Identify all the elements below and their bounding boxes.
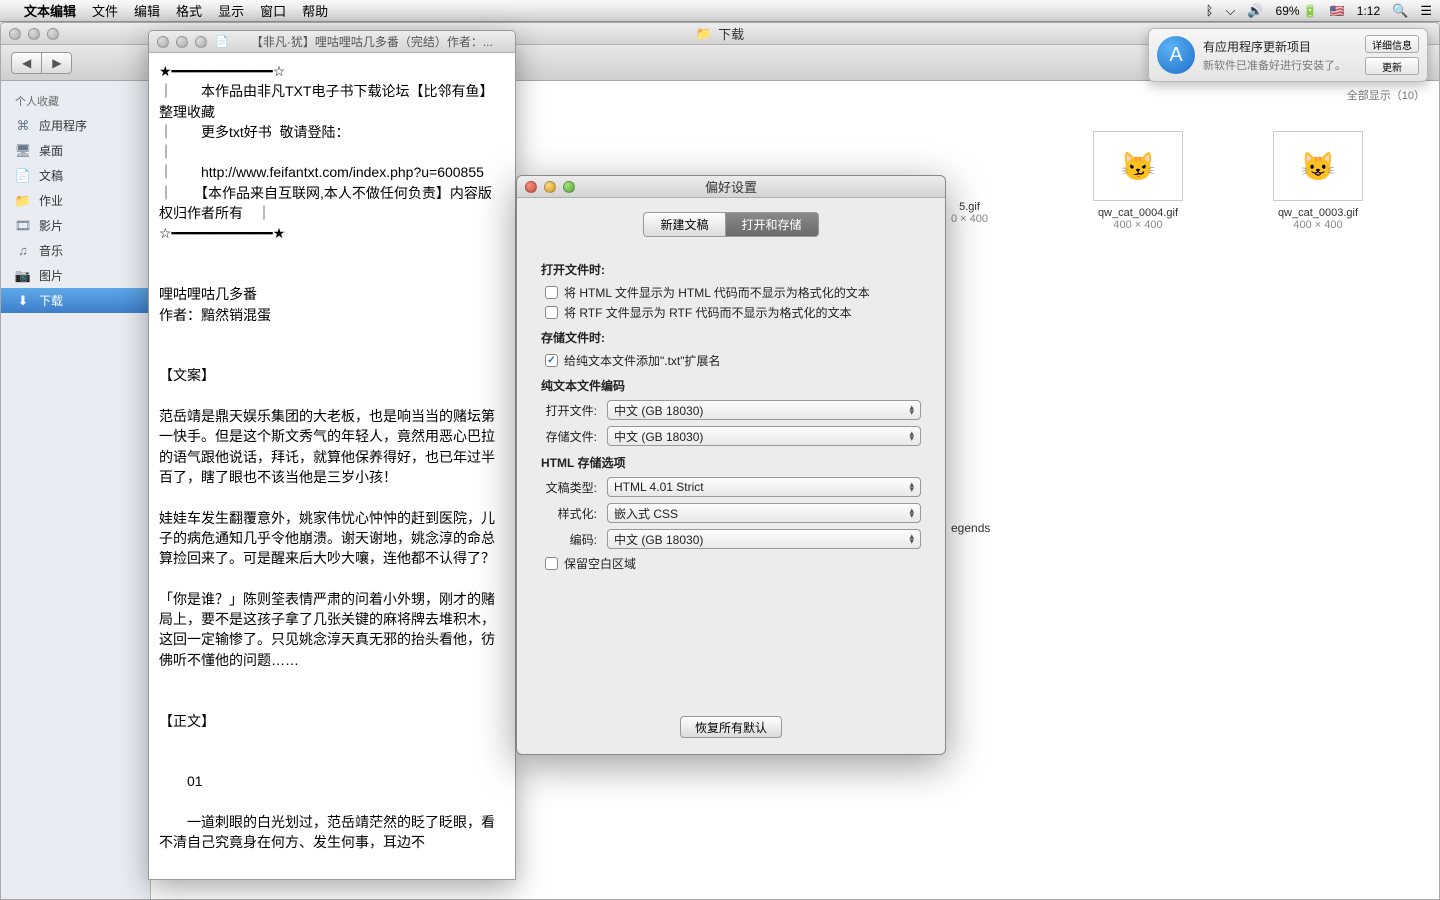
music-icon: ♫ <box>15 243 31 259</box>
input-flag-icon[interactable]: 🇺🇸 <box>1330 4 1345 18</box>
thumbnail-icon: 😺 <box>1273 131 1363 201</box>
minimize-button[interactable] <box>28 28 40 40</box>
label-html-encoding: 编码: <box>541 531 597 548</box>
sidebar-item-documents[interactable]: 📄文稿 <box>1 163 150 188</box>
section-html: HTML 存储选项 <box>541 454 921 471</box>
wifi-icon[interactable]: ⌵ <box>1225 3 1235 19</box>
zoom-button[interactable] <box>563 181 575 193</box>
sidebar-item-homework[interactable]: 📁作业 <box>1 188 150 213</box>
label-open-encoding: 打开文件: <box>541 402 597 419</box>
label-doctype: 文稿类型: <box>541 479 597 496</box>
back-button[interactable]: ◀ <box>11 52 42 74</box>
prefs-title: 偏好设置 <box>705 177 757 196</box>
checkbox-rtf-code[interactable] <box>545 306 558 319</box>
checkbox-txt-ext[interactable] <box>545 354 558 367</box>
sidebar-item-desktop[interactable]: 🖥桌面 <box>1 138 150 163</box>
menu-file[interactable]: 文件 <box>92 1 118 20</box>
select-save-encoding[interactable]: 中文 (GB 18030)▴▾ <box>607 426 921 446</box>
movies-icon: 🎞 <box>15 218 31 234</box>
textedit-title: 【非凡·犹】哩咕哩咕几多番（完结）作者：... <box>237 33 507 50</box>
spotlight-icon[interactable]: 🔍 <box>1392 3 1408 19</box>
label-styling: 样式化: <box>541 505 597 522</box>
menubar: 文本编辑 文件 编辑 格式 显示 窗口 帮助 ᛒ ⌵ 🔊 69% 🔋 🇺🇸 1:… <box>0 0 1440 22</box>
close-button[interactable] <box>157 36 169 48</box>
forward-button[interactable]: ▶ <box>42 52 72 74</box>
update-notification: A 有应用程序更新项目 新软件已准备好进行安装了。 详细信息 更新 <box>1148 28 1428 82</box>
minimize-button[interactable] <box>544 181 556 193</box>
volume-icon[interactable]: 🔊 <box>1247 3 1263 19</box>
folder-icon: 📁 <box>15 193 31 209</box>
select-html-encoding[interactable]: 中文 (GB 18030)▴▾ <box>607 529 921 549</box>
sidebar-header: 个人收藏 <box>1 89 150 113</box>
sidebar-item-music[interactable]: ♫音乐 <box>1 238 150 263</box>
textedit-window: 📄 【非凡·犹】哩咕哩咕几多番（完结）作者：... ★━━━━━━━━━━━━☆… <box>148 30 516 880</box>
applications-icon: ⌘ <box>15 118 31 134</box>
preferences-window: 偏好设置 新建文稿 打开和存储 打开文件时: 将 HTML 文件显示为 HTML… <box>516 175 946 755</box>
sidebar-item-pictures[interactable]: 📷图片 <box>1 263 150 288</box>
select-open-encoding[interactable]: 中文 (GB 18030)▴▾ <box>607 400 921 420</box>
checkbox-html-code[interactable] <box>545 286 558 299</box>
finder-title: 下载 <box>718 24 744 43</box>
menu-window[interactable]: 窗口 <box>260 1 286 20</box>
sidebar-item-applications[interactable]: ⌘应用程序 <box>1 113 150 138</box>
notification-center-icon[interactable]: ☰ <box>1420 3 1432 19</box>
label-save-encoding: 存储文件: <box>541 428 597 445</box>
section-open: 打开文件时: <box>541 261 921 278</box>
update-button[interactable]: 更新 <box>1365 57 1419 75</box>
pictures-icon: 📷 <box>15 268 31 284</box>
detail-button[interactable]: 详细信息 <box>1365 35 1419 53</box>
close-button[interactable] <box>525 181 537 193</box>
notif-subtitle: 新软件已准备好进行安装了。 <box>1203 57 1357 73</box>
checkbox-preserve-blank[interactable] <box>545 557 558 570</box>
documents-icon: 📄 <box>15 168 31 184</box>
close-button[interactable] <box>9 28 21 40</box>
section-save: 存储文件时: <box>541 329 921 346</box>
tab-open-save[interactable]: 打开和存储 <box>726 212 819 237</box>
partial-text: egends <box>951 521 990 535</box>
tab-new-document[interactable]: 新建文稿 <box>643 212 725 237</box>
restore-defaults-button[interactable]: 恢复所有默认 <box>680 716 782 738</box>
battery-status[interactable]: 69% 🔋 <box>1276 4 1318 18</box>
select-doctype[interactable]: HTML 4.01 Strict▴▾ <box>607 477 921 497</box>
document-icon: 📄 <box>215 35 229 48</box>
section-encoding: 纯文本文件编码 <box>541 377 921 394</box>
bluetooth-icon[interactable]: ᛒ <box>1206 3 1214 18</box>
file-item[interactable]: 😺 qw_cat_0003.gif 400 × 400 <box>1263 131 1373 231</box>
sidebar-item-movies[interactable]: 🎞影片 <box>1 213 150 238</box>
zoom-button[interactable] <box>195 36 207 48</box>
thumbnail-icon: 😼 <box>1093 131 1183 201</box>
menu-format[interactable]: 格式 <box>176 1 202 20</box>
folder-icon: 📁 <box>696 26 712 42</box>
minimize-button[interactable] <box>176 36 188 48</box>
textedit-titlebar[interactable]: 📄 【非凡·犹】哩咕哩咕几多番（完结）作者：... <box>149 31 515 53</box>
select-styling[interactable]: 嵌入式 CSS▴▾ <box>607 503 921 523</box>
menu-help[interactable]: 帮助 <box>302 1 328 20</box>
file-item[interactable]: 😼 qw_cat_0004.gif 400 × 400 <box>1083 131 1193 231</box>
app-menu[interactable]: 文本编辑 <box>24 1 76 20</box>
notif-title: 有应用程序更新项目 <box>1203 38 1357 55</box>
show-all-link[interactable]: 全部显示（10） <box>1347 87 1425 103</box>
menu-edit[interactable]: 编辑 <box>134 1 160 20</box>
desktop-icon: 🖥 <box>15 143 31 159</box>
menu-view[interactable]: 显示 <box>218 1 244 20</box>
downloads-icon: ⬇ <box>15 293 31 309</box>
text-content[interactable]: ★━━━━━━━━━━━━☆ ｜ 本作品由非凡TXT电子书下载论坛【比邻有鱼】整… <box>149 53 515 879</box>
clock[interactable]: 1:12 <box>1357 4 1380 18</box>
sidebar-item-downloads[interactable]: ⬇下载 <box>1 288 150 313</box>
prefs-titlebar[interactable]: 偏好设置 <box>517 176 945 198</box>
file-item[interactable]: 5.gif 0 × 400 <box>951 201 988 225</box>
prefs-tabs: 新建文稿 打开和存储 <box>517 212 945 237</box>
zoom-button[interactable] <box>47 28 59 40</box>
finder-sidebar: 个人收藏 ⌘应用程序 🖥桌面 📄文稿 📁作业 🎞影片 ♫音乐 📷图片 ⬇下载 <box>1 81 151 899</box>
appstore-icon: A <box>1157 36 1195 74</box>
